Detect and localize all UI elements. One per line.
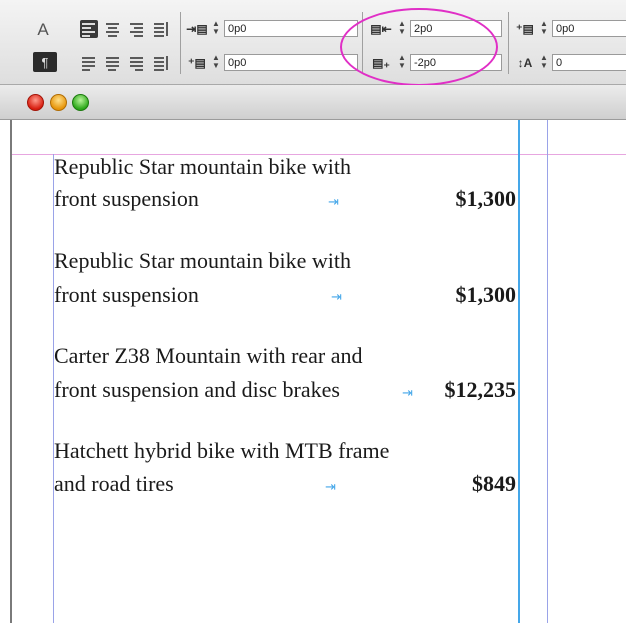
justify-all-button[interactable] <box>152 54 170 72</box>
paragraph-formatting-mode-button[interactable]: ¶ <box>33 52 57 72</box>
first-line-indent-field[interactable] <box>224 54 358 71</box>
drop-cap-lines-stepper[interactable]: ▲ ▼ <box>538 54 550 72</box>
space-before-field[interactable] <box>552 20 626 37</box>
justify-center-button[interactable] <box>104 54 122 72</box>
align-left-button[interactable] <box>80 20 98 38</box>
item-price[interactable]: $1,300 <box>456 282 517 308</box>
tab-marker: ⇥ <box>325 479 336 494</box>
item-description-line[interactable]: Carter Z38 Mountain with rear and <box>54 343 363 369</box>
drop-cap-lines-icon: ↕A <box>517 56 533 70</box>
item-price[interactable]: $12,235 <box>445 377 517 403</box>
item-description-line[interactable]: front suspension and disc brakes <box>54 377 340 403</box>
justify-right-button[interactable] <box>128 54 146 72</box>
tab-marker: ⇥ <box>328 194 339 209</box>
item-description-line[interactable]: and road tires <box>54 471 174 497</box>
item-description-line[interactable]: Republic Star mountain bike with <box>54 248 351 274</box>
item-price[interactable]: $849 <box>472 471 516 497</box>
first-line-indent-icon: ⁺▤ <box>188 56 206 70</box>
text-frame-right-edge[interactable] <box>518 120 520 623</box>
item-description-line[interactable]: Hatchett hybrid bike with MTB frame <box>54 438 389 464</box>
drop-cap-lines-field[interactable] <box>552 54 626 71</box>
align-towards-spine-button[interactable] <box>152 20 170 38</box>
pasteboard-edge <box>10 120 12 623</box>
annotation-highlight-circle <box>340 8 498 86</box>
left-indent-stepper[interactable]: ▲ ▼ <box>210 20 222 38</box>
document-page: Republic Star mountain bike with front s… <box>0 120 626 623</box>
align-center-button[interactable] <box>104 20 122 38</box>
first-line-indent-stepper[interactable]: ▲ ▼ <box>210 54 222 72</box>
align-right-button[interactable] <box>128 20 146 38</box>
item-description-line[interactable]: front suspension <box>54 186 199 212</box>
left-indent-field[interactable] <box>224 20 358 37</box>
paragraph-control-panel: A ¶ ⇥▤ ▲▼ ⁺▤ ▲▼ ▤⇤ <box>0 0 626 86</box>
column-guide <box>547 120 548 623</box>
left-indent-icon: ⇥▤ <box>186 22 208 36</box>
separator <box>180 12 181 74</box>
close-window-button[interactable] <box>27 94 44 111</box>
tab-marker: ⇥ <box>402 385 413 400</box>
item-price[interactable]: $1,300 <box>456 186 517 212</box>
space-before-stepper[interactable]: ▲ ▼ <box>538 20 550 38</box>
zoom-window-button[interactable] <box>72 94 89 111</box>
character-formatting-mode-button[interactable]: A <box>30 18 56 42</box>
separator <box>508 12 509 74</box>
tab-marker: ⇥ <box>331 289 342 304</box>
justify-left-button[interactable] <box>80 54 98 72</box>
item-description-line[interactable]: front suspension <box>54 282 199 308</box>
item-description-line[interactable]: Republic Star mountain bike with <box>54 154 351 180</box>
window-titlebar <box>0 85 626 120</box>
minimize-window-button[interactable] <box>50 94 67 111</box>
space-before-icon: ⁺▤ <box>516 22 534 36</box>
